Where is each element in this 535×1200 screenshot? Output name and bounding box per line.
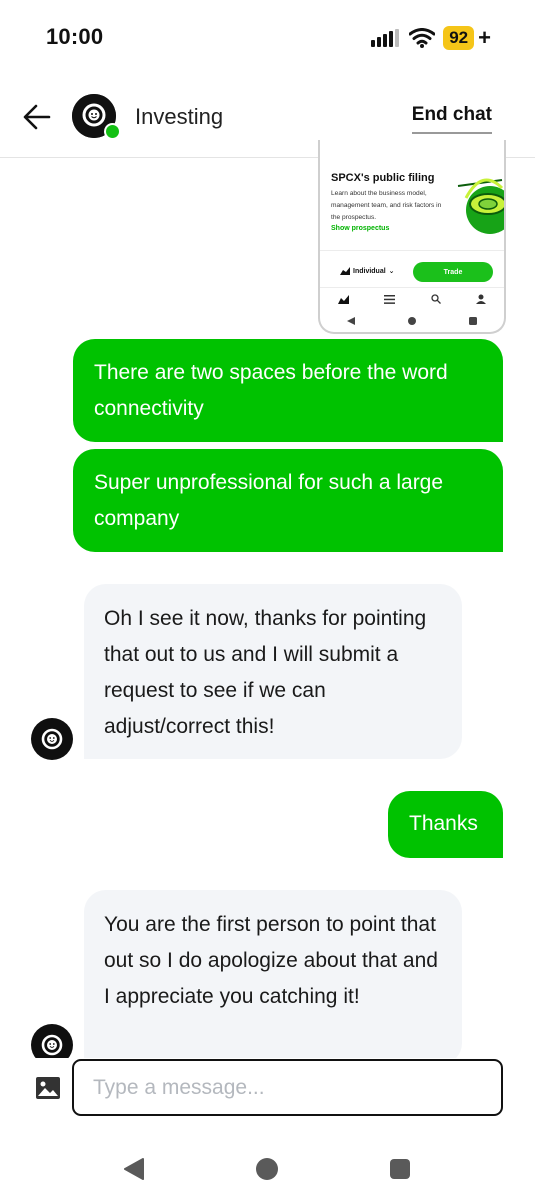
user-message: Thanks [388,791,503,858]
screenshot-nav-bar [320,291,504,307]
end-chat-button[interactable]: End chat [411,104,492,134]
status-icons: 92 + [371,24,491,52]
system-home-icon[interactable] [256,1158,278,1180]
screenshot-divider [320,250,504,251]
message-input[interactable] [72,1059,503,1116]
chart-icon [340,267,350,275]
shared-screenshot-image[interactable]: SPCX's public filing Learn about the bus… [318,140,506,334]
person-icon [476,294,487,304]
status-time: 10:00 [46,24,104,49]
user-message: There are two spaces before the word con… [73,339,503,442]
system-recents-icon[interactable] [390,1159,410,1179]
recents-square-icon [469,317,478,325]
screenshot-trade-button: Trade [413,262,493,282]
online-status-dot [104,123,121,140]
wifi-icon [409,28,436,48]
support-agent-icon [41,728,63,750]
agent-message: Oh I see it now, thanks for pointing tha… [84,584,462,759]
screenshot-account-label: Individual [353,267,386,275]
signal-icon [371,29,400,47]
screenshot-link: Show prospectus [331,225,390,232]
screenshot-description: Learn about the business model, manageme… [331,190,442,221]
list-icon [384,294,396,304]
chevron-down-icon: ⌄ [388,268,395,275]
back-arrow-icon[interactable] [22,101,52,133]
home-circle-icon [407,317,416,325]
search-icon [431,294,441,304]
agent-message: You are the first person to point that o… [84,890,462,1065]
image-icon[interactable] [35,1075,61,1101]
back-triangle-icon [346,317,355,325]
user-message: Super unprofessional for such a large co… [73,449,503,552]
chart-icon [337,294,349,304]
charging-indicator: + [478,25,491,50]
battery-indicator: 92 [443,26,475,50]
screenshot-account-selector: Individual ⌄ [340,267,395,275]
screenshot-title: SPCX's public filing [331,172,435,184]
screenshot-divider-2 [320,287,504,288]
illustration-icon [457,178,504,234]
system-back-icon[interactable] [124,1158,144,1180]
screenshot-system-nav [320,315,504,327]
agent-avatar [31,718,73,760]
chat-title: Investing [135,104,224,129]
